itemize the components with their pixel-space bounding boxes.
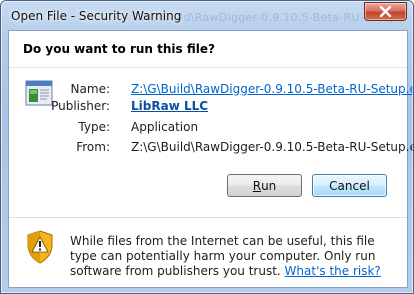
from-value: Z:\G\Build\RawDigger-0.9.10.5-Beta-RU-Se… bbox=[131, 140, 414, 154]
security-shield-warning-icon bbox=[27, 230, 53, 264]
dialog-heading: Do you want to run this file? bbox=[23, 42, 215, 56]
heading-band: Do you want to run this file? bbox=[9, 31, 407, 68]
close-icon bbox=[379, 6, 392, 17]
run-button-mnemonic: R bbox=[252, 178, 262, 193]
from-label: From: bbox=[76, 140, 110, 154]
window-frame: Z:\G\Build\RawDigger-0.9.10.5-Beta-RU-Se… bbox=[0, 0, 414, 294]
separator bbox=[9, 217, 407, 218]
window-title: Open File - Security Warning bbox=[11, 9, 182, 23]
run-button-label: un bbox=[261, 178, 277, 193]
run-button[interactable]: Run bbox=[227, 174, 302, 197]
cancel-button-label: Cancel bbox=[329, 178, 370, 193]
publisher-label: Publisher: bbox=[51, 99, 110, 113]
name-link[interactable]: Z:\G\Build\RawDigger-0.9.10.5-Beta-RU-Se… bbox=[131, 82, 414, 96]
publisher-link[interactable]: LibRaw LLC bbox=[131, 99, 208, 113]
type-label: Type: bbox=[78, 120, 110, 134]
close-button[interactable] bbox=[364, 2, 407, 21]
warning-message: While files from the Internet can be use… bbox=[70, 234, 400, 279]
dialog-client-area: Do you want to run this file? Name: Z:\G… bbox=[8, 30, 414, 288]
type-value: Application bbox=[131, 120, 199, 134]
name-label: Name: bbox=[70, 82, 110, 96]
whats-the-risk-link[interactable]: What's the risk? bbox=[285, 264, 381, 278]
cancel-button[interactable]: Cancel bbox=[312, 174, 387, 197]
